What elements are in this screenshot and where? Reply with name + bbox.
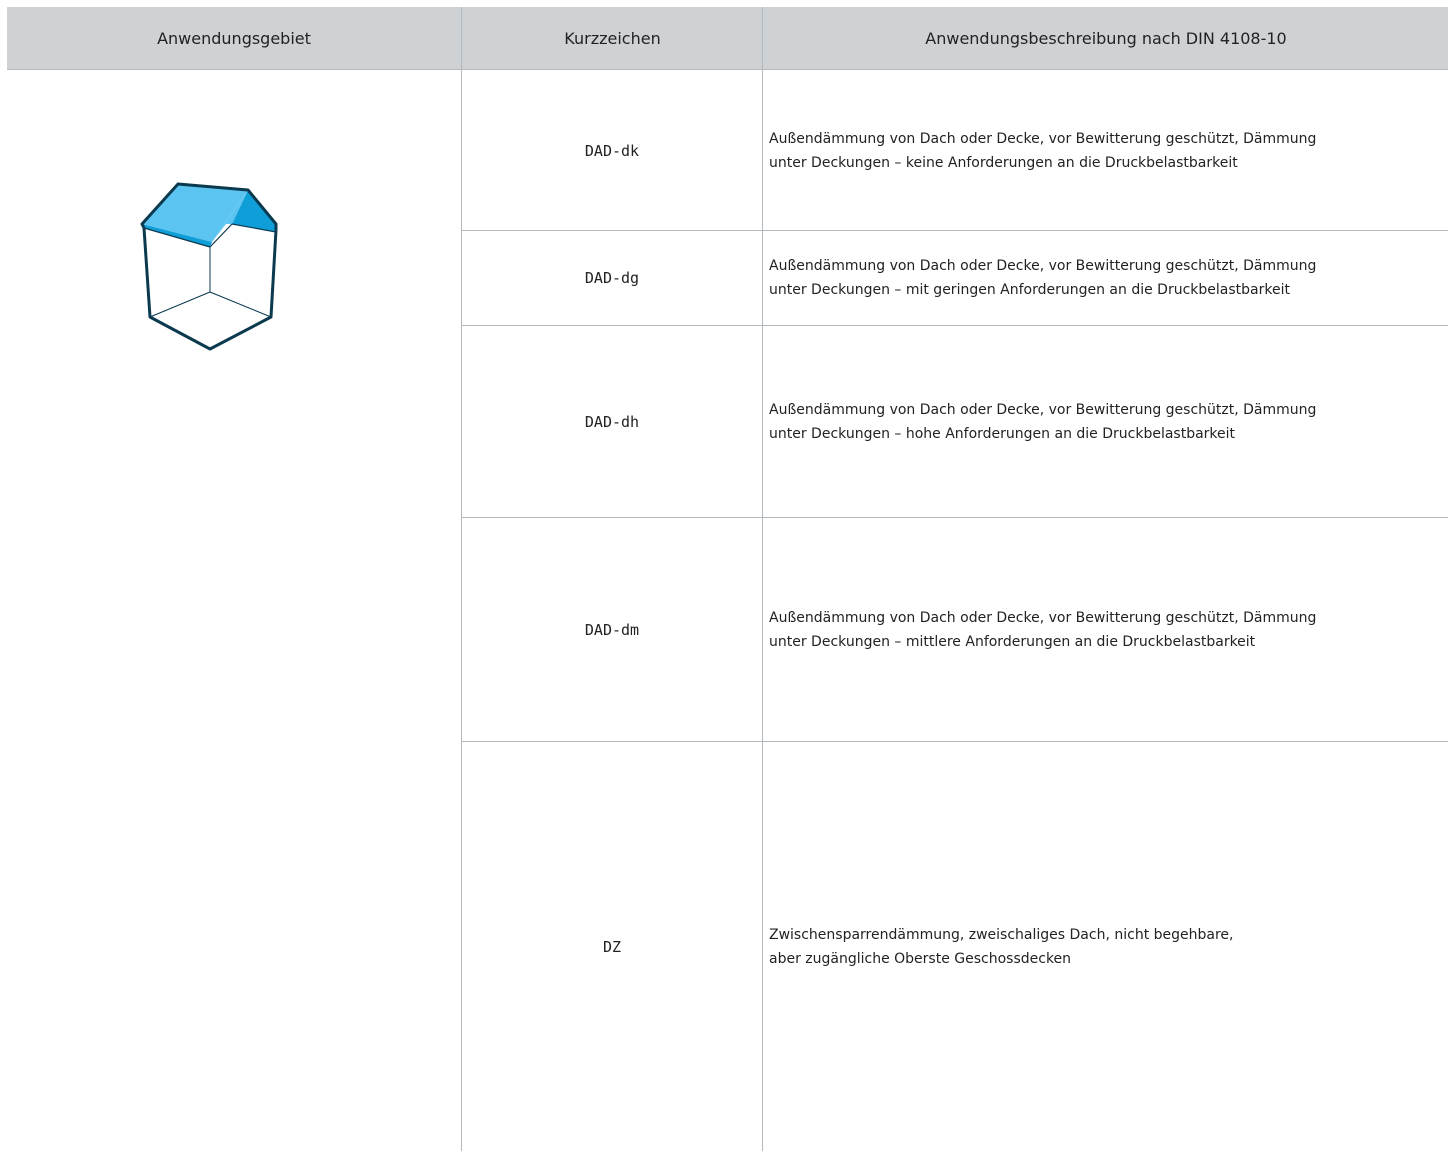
table-header: Anwendungsgebiet Kurzzeichen Anwendungsb… xyxy=(7,7,1448,70)
code-cell: DZ xyxy=(602,937,622,956)
description-text: Außendämmung von Dach oder Decke, vor Be… xyxy=(769,130,1317,171)
code-cell: DAD-dg xyxy=(584,269,640,287)
description-text: Zwischensparrendämmung, zweischaliges Da… xyxy=(769,926,1234,967)
description-cell: Zwischensparrendämmung, zweischaliges Da… xyxy=(769,742,1429,1151)
code-cell: DAD-dm xyxy=(584,620,640,639)
description-cell: Außendämmung von Dach oder Decke, vor Be… xyxy=(769,231,1429,325)
code-cell: DAD-dk xyxy=(584,141,640,160)
description-cell: Außendämmung von Dach oder Decke, vor Be… xyxy=(769,518,1429,741)
description-cell: Außendämmung von Dach oder Decke, vor Be… xyxy=(769,326,1429,517)
description-text: Außendämmung von Dach oder Decke, vor Be… xyxy=(769,401,1317,442)
description-text: Außendämmung von Dach oder Decke, vor Be… xyxy=(769,258,1317,298)
header-description: Anwendungsbeschreibung nach DIN 4108-10 xyxy=(762,7,1448,69)
column-divider xyxy=(762,70,763,1151)
description-cell: Außendämmung von Dach oder Decke, vor Be… xyxy=(769,71,1429,230)
header-code: Kurzzeichen xyxy=(461,7,763,69)
code-cell: DAD-dh xyxy=(584,412,640,431)
header-area: Anwendungsgebiet xyxy=(157,28,311,48)
description-text: Außendämmung von Dach oder Decke, vor Be… xyxy=(769,609,1317,650)
din-4108-10-table: Anwendungsgebiet Kurzzeichen Anwendungsb… xyxy=(0,0,1448,1151)
house-roof-insulation-icon xyxy=(140,182,278,351)
